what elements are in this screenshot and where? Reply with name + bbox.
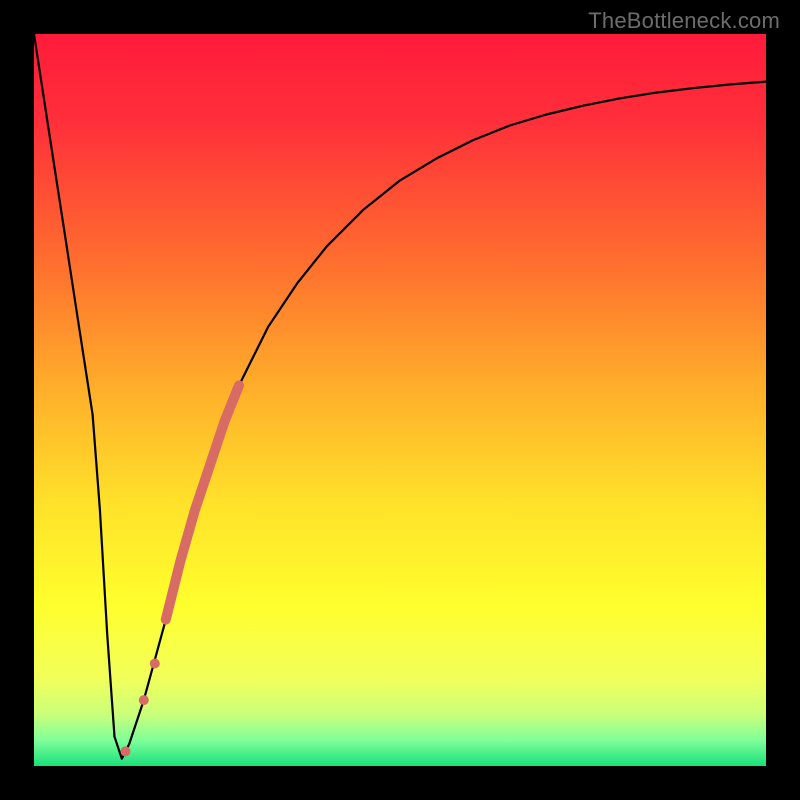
chart-background — [34, 34, 766, 766]
highlight-dot — [150, 659, 160, 669]
watermark-text: TheBottleneck.com — [588, 8, 780, 34]
highlight-dot — [121, 746, 131, 756]
highlight-dot — [139, 695, 149, 705]
chart-plot-area — [34, 34, 766, 766]
chart-svg — [34, 34, 766, 766]
